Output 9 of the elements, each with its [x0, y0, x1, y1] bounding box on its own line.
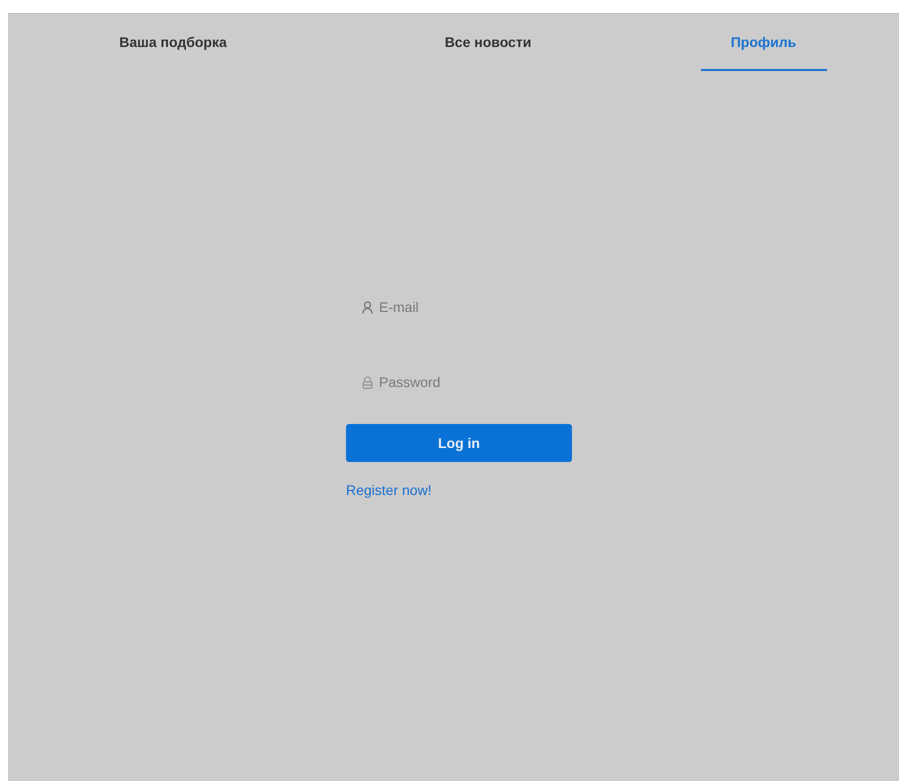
tab[interactable]: Ваша подборка — [110, 14, 236, 71]
password-field[interactable]: Password — [379, 372, 569, 392]
lock-icon — [362, 376, 373, 388]
tab[interactable]: Все новости — [425, 14, 551, 71]
tab[interactable]: Профиль — [700, 14, 826, 71]
login-button[interactable]: Log in — [346, 424, 572, 462]
user-icon — [362, 300, 373, 314]
register-link[interactable]: Register now! — [346, 482, 432, 498]
email-field[interactable]: E-mail — [379, 297, 569, 317]
